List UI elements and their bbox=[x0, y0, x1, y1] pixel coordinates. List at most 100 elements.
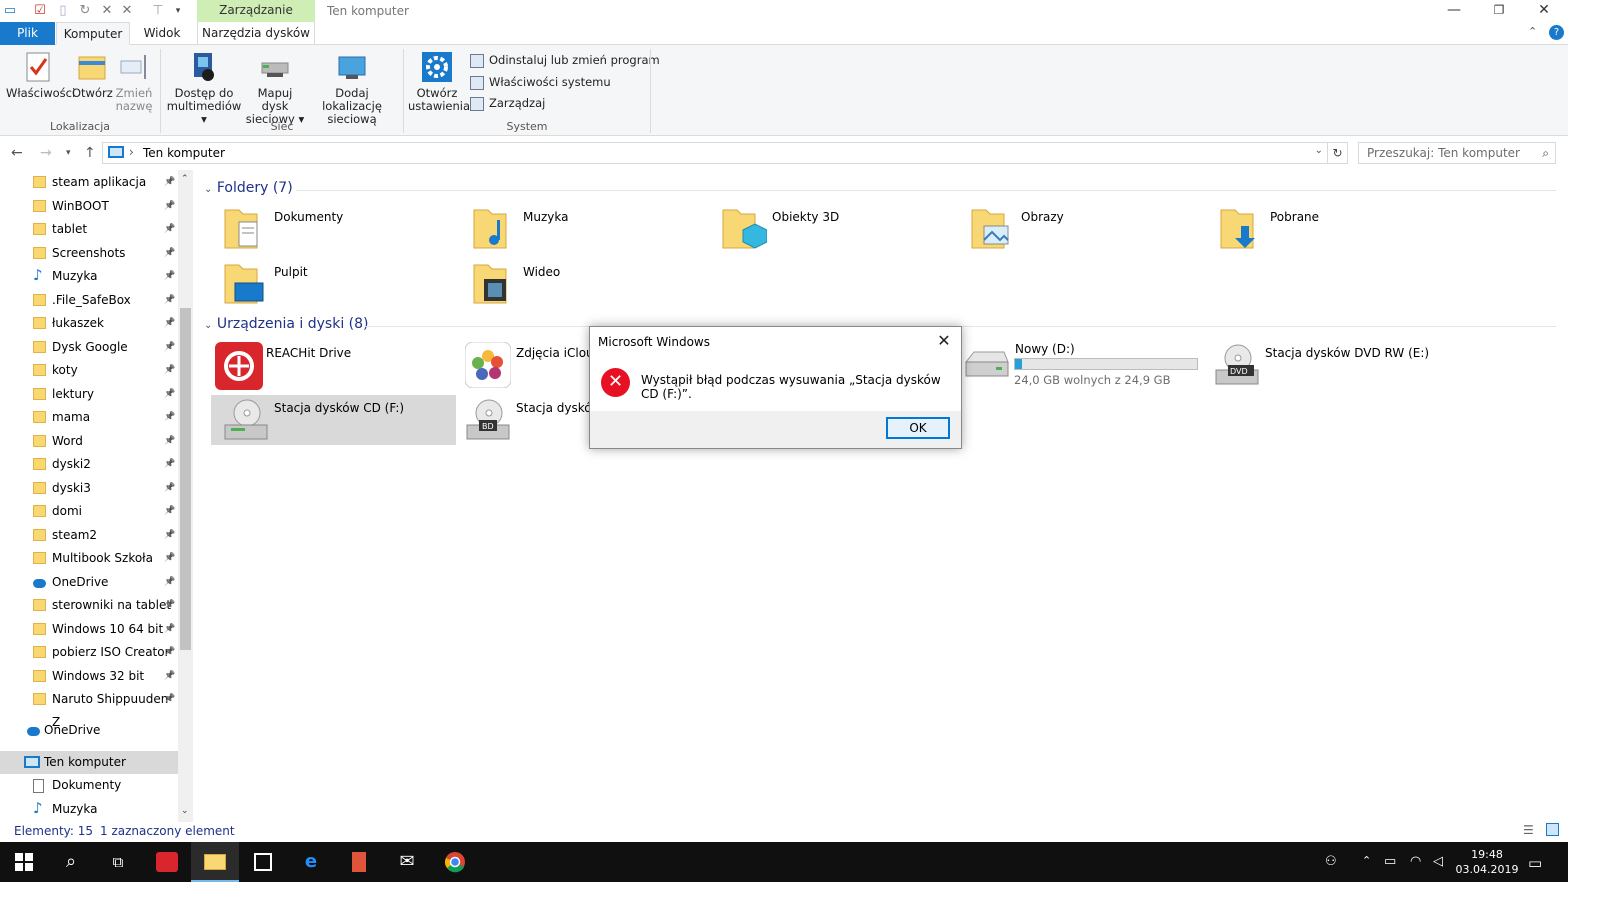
start-windows-icon[interactable] bbox=[0, 842, 48, 882]
collapse-ribbon-icon[interactable]: ⌃ bbox=[1528, 25, 1537, 38]
search-input[interactable]: Przeszukaj: Ten komputer ⌕ bbox=[1358, 142, 1556, 164]
nav-item[interactable]: mama 📌 bbox=[0, 406, 178, 429]
nav-item[interactable]: .File_SafeBox 📌 bbox=[0, 289, 178, 312]
pin-icon[interactable]: 📌 bbox=[164, 665, 175, 688]
tab-computer[interactable]: Komputer bbox=[56, 22, 130, 45]
pin-icon[interactable]: 📌 bbox=[164, 289, 175, 312]
new-folder-icon[interactable]: ▯ bbox=[55, 3, 71, 19]
system-properties-button[interactable]: Właściwości systemu bbox=[470, 73, 611, 91]
media-access-button[interactable]: Dostęp do multimediów ▾ bbox=[166, 51, 242, 126]
nav-item[interactable]: OneDrive 📌 bbox=[0, 571, 178, 594]
action-center-icon[interactable]: ▭ bbox=[1528, 854, 1542, 872]
nav-item[interactable]: koty 📌 bbox=[0, 359, 178, 382]
manage-button[interactable]: Zarządzaj bbox=[470, 94, 545, 112]
battery-icon[interactable]: ▭ bbox=[1384, 854, 1396, 869]
uninstall-program-button[interactable]: Odinstaluj lub zmień program bbox=[470, 51, 660, 69]
nav-item[interactable]: steam aplikacja 📌 bbox=[0, 171, 178, 194]
device-drive-d[interactable]: Nowy (D:) 24,0 GB wolnych z 24,9 GB bbox=[952, 336, 1202, 387]
dialog-close-icon[interactable]: ✕ bbox=[933, 330, 955, 352]
pin-icon[interactable]: 📌 bbox=[164, 594, 175, 617]
scroll-down-icon[interactable]: ⌄ bbox=[181, 806, 189, 816]
map-network-drive-button[interactable]: Mapuj dysk sieciowy ▾ bbox=[244, 51, 306, 126]
pin-icon[interactable]: 📌 bbox=[164, 336, 175, 359]
folder-item[interactable]: Wideo bbox=[460, 259, 705, 309]
customize-toolbar-icon[interactable]: ▾ bbox=[170, 3, 186, 19]
device-cd-f[interactable]: Stacja dysków CD (F:) bbox=[211, 395, 456, 445]
scroll-up-icon[interactable]: ⌃ bbox=[181, 174, 189, 184]
properties-icon[interactable]: ☑ bbox=[32, 3, 48, 19]
computer-icon[interactable]: ▭ bbox=[2, 3, 18, 19]
chrome-browser-icon[interactable] bbox=[431, 842, 479, 882]
ok-button[interactable]: OK bbox=[886, 417, 950, 439]
nav-item-documents[interactable]: Dokumenty bbox=[0, 774, 178, 797]
redo-icon[interactable]: ↻ bbox=[77, 3, 93, 19]
volume-icon[interactable]: ◁ bbox=[1433, 854, 1443, 869]
pin-icon[interactable]: 📌 bbox=[164, 571, 175, 594]
breadcrumb-chevron-icon[interactable]: › bbox=[129, 145, 134, 159]
wifi-icon[interactable]: ◠ bbox=[1410, 854, 1421, 869]
nav-item[interactable]: Word 📌 bbox=[0, 430, 178, 453]
pin-icon[interactable]: 📌 bbox=[164, 242, 175, 265]
device-reachit-drive[interactable]: REACHit Drive bbox=[203, 340, 448, 390]
pin-icon[interactable]: 📌 bbox=[164, 265, 175, 288]
device-dvd-e[interactable]: DVD Stacja dysków DVD RW (E:) bbox=[1202, 340, 1447, 390]
nav-item[interactable]: WinBOOT 📌 bbox=[0, 195, 178, 218]
nav-item[interactable]: pobierz ISO Creator 📌 bbox=[0, 641, 178, 664]
pin-icon[interactable]: 📌 bbox=[164, 312, 175, 335]
pin-icon[interactable]: 📌 bbox=[164, 383, 175, 406]
folder-item[interactable]: Pobrane bbox=[1207, 204, 1452, 254]
recent-locations-icon[interactable]: ▾ bbox=[66, 145, 71, 161]
pin-icon[interactable]: 📌 bbox=[164, 618, 175, 641]
breadcrumb[interactable]: Ten komputer bbox=[143, 146, 225, 160]
nav-item[interactable]: steam2 📌 bbox=[0, 524, 178, 547]
nav-item[interactable]: sterowniki na tablet 📌 bbox=[0, 594, 178, 617]
nav-item[interactable]: dyski2 📌 bbox=[0, 453, 178, 476]
pin-icon[interactable]: 📌 bbox=[164, 641, 175, 664]
store-icon[interactable] bbox=[239, 842, 287, 882]
edge-browser-icon[interactable]: e bbox=[287, 842, 335, 882]
nav-item[interactable]: tablet 📌 bbox=[0, 218, 178, 241]
nav-item[interactable]: Multibook Szkoła 📌 bbox=[0, 547, 178, 570]
clock[interactable]: 19:48 03.04.2019 bbox=[1452, 847, 1522, 877]
pin-icon[interactable]: 📌 bbox=[164, 195, 175, 218]
details-view-icon[interactable]: ☰ bbox=[1523, 823, 1534, 837]
nav-item[interactable]: domi 📌 bbox=[0, 500, 178, 523]
file-explorer-icon[interactable] bbox=[191, 842, 239, 882]
pin-icon[interactable]: 📌 bbox=[164, 171, 175, 194]
reader-app-icon[interactable] bbox=[143, 842, 191, 882]
address-bar[interactable]: › Ten komputer ⌄ bbox=[102, 142, 1328, 164]
nav-item-music[interactable]: ♪ Muzyka bbox=[0, 798, 178, 821]
app-red-icon[interactable] bbox=[335, 842, 383, 882]
nav-item[interactable]: Windows 32 bit 📌 bbox=[0, 665, 178, 688]
delete-icon[interactable]: ✕ bbox=[99, 3, 115, 19]
task-view-icon[interactable]: ⧉ bbox=[94, 842, 142, 882]
properties-button[interactable]: Właściwości bbox=[6, 51, 75, 100]
folder-item[interactable]: Pulpit bbox=[211, 259, 456, 309]
up-arrow-icon[interactable]: ↑ bbox=[84, 145, 96, 161]
minimize-button[interactable]: — bbox=[1431, 0, 1477, 22]
pin-icon[interactable]: ⊤ bbox=[150, 3, 166, 19]
pin-icon[interactable]: 📌 bbox=[164, 688, 175, 711]
folder-item[interactable]: Obrazy bbox=[958, 204, 1203, 254]
tab-file[interactable]: Plik bbox=[0, 22, 55, 45]
refresh-icon[interactable]: ↻ bbox=[1328, 142, 1348, 164]
pin-icon[interactable]: 📌 bbox=[164, 453, 175, 476]
pin-icon[interactable]: 📌 bbox=[164, 524, 175, 547]
show-hidden-icons-icon[interactable]: ⌃ bbox=[1362, 854, 1371, 867]
nav-item[interactable]: dyski3 📌 bbox=[0, 477, 178, 500]
add-network-location-button[interactable]: Dodaj lokalizację sieciową bbox=[308, 51, 396, 126]
search-icon[interactable]: ⌕ bbox=[47, 842, 95, 882]
folder-item[interactable]: Muzyka bbox=[460, 204, 705, 254]
close-button[interactable]: ✕ bbox=[1521, 0, 1567, 22]
maximize-button[interactable]: ❐ bbox=[1476, 0, 1522, 22]
nav-item[interactable]: Windows 10 64 bit 📌 bbox=[0, 618, 178, 641]
nav-item[interactable]: Dysk Google 📌 bbox=[0, 336, 178, 359]
nav-item[interactable]: łukaszek 📌 bbox=[0, 312, 178, 335]
large-icons-view-icon[interactable] bbox=[1546, 823, 1559, 836]
help-icon[interactable]: ? bbox=[1549, 25, 1564, 40]
pin-icon[interactable]: 📌 bbox=[164, 406, 175, 429]
pin-icon[interactable]: 📌 bbox=[164, 359, 175, 382]
nav-item[interactable]: lektury 📌 bbox=[0, 383, 178, 406]
nav-item[interactable]: ♪ Muzyka 📌 bbox=[0, 265, 178, 288]
nav-item-this-pc[interactable]: Ten komputer bbox=[0, 751, 178, 774]
